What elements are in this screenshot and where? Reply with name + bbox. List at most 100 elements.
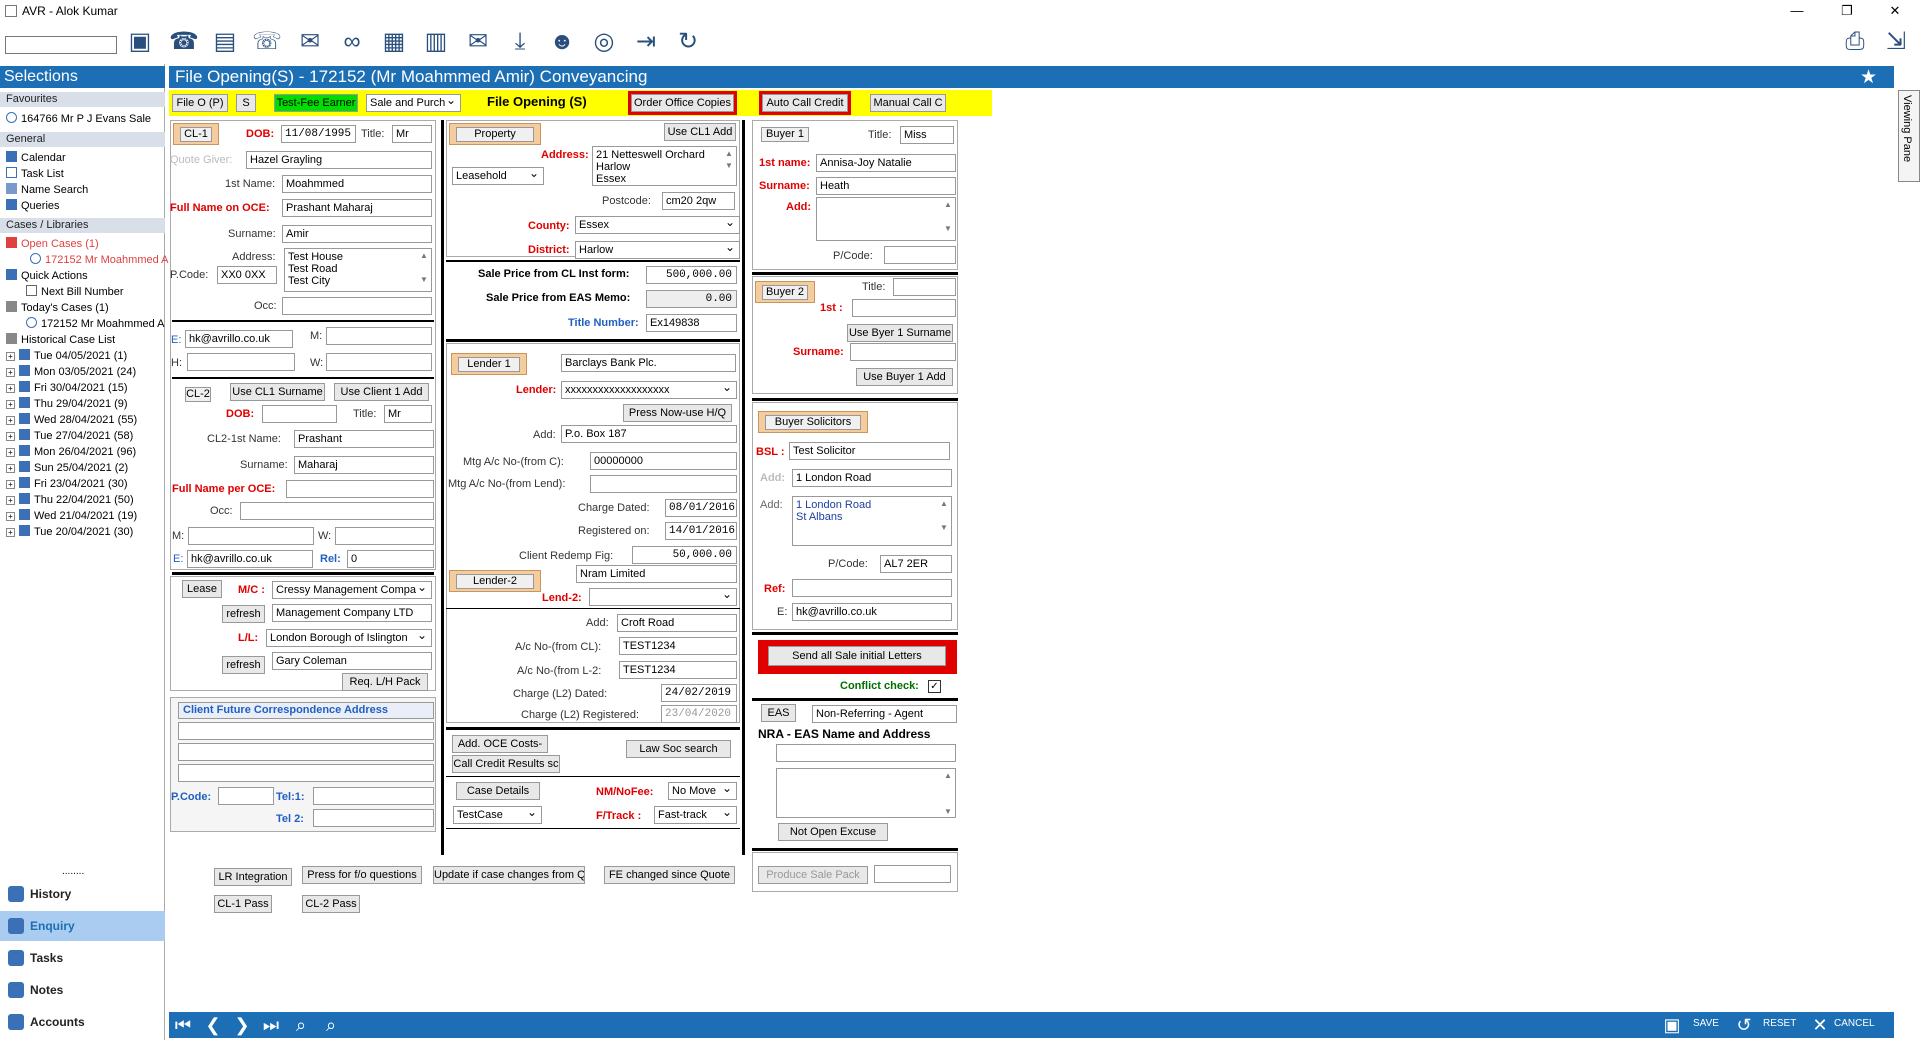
history-date-item[interactable]: + Thu 22/04/2021 (50)	[6, 493, 134, 508]
cl2-full-name-input[interactable]	[286, 480, 434, 498]
sale-price-cl-input[interactable]: 500,000.00	[646, 266, 737, 284]
save-button[interactable]: SAVE	[1693, 1018, 1719, 1029]
future-tel1-input[interactable]	[313, 787, 434, 805]
cl1-address-input[interactable]: Test House Test Road Test City ▲ ▼	[284, 248, 432, 292]
close-button[interactable]: ✕	[1872, 0, 1918, 22]
download-icon[interactable]: ⤓	[504, 26, 536, 58]
history-date-item[interactable]: + Fri 23/04/2021 (30)	[6, 477, 128, 492]
buyer2-button[interactable]: Buyer 2	[755, 281, 815, 303]
sidebar-item-calendar[interactable]: Calendar	[6, 151, 66, 166]
history-date-item[interactable]: + Fri 30/04/2021 (15)	[6, 381, 128, 396]
cl1-first-name-input[interactable]: Moahmmed	[282, 175, 432, 193]
postcode-input[interactable]: cm20 2qw	[662, 192, 735, 210]
future-address-line2[interactable]	[178, 743, 434, 761]
buyer1-surname-input[interactable]: Heath	[816, 177, 956, 195]
scrollbar[interactable]: ▲ ▼	[942, 770, 954, 816]
expand-icon[interactable]: +	[6, 512, 15, 521]
scrollbar[interactable]: ▲ ▼	[942, 199, 954, 239]
produce-input[interactable]	[874, 865, 951, 883]
district-select[interactable]: Harlow	[575, 241, 740, 259]
expand-icon[interactable]: +	[6, 368, 15, 377]
refresh-mc-button[interactable]: refresh	[222, 605, 265, 623]
buyer2-title-input[interactable]	[893, 278, 956, 296]
expand-icon[interactable]: +	[6, 448, 15, 457]
order-office-copies-button[interactable]: Order Office Copies	[631, 94, 734, 112]
cl1-surname-input[interactable]: Amir	[282, 225, 432, 243]
toolbar-search-input[interactable]	[5, 36, 117, 54]
open-cases[interactable]: Open Cases (1)	[6, 237, 99, 252]
search-options-icon[interactable]: ⌕	[318, 1013, 344, 1037]
lender1-name-input[interactable]: Barclays Bank Plc.	[561, 354, 736, 372]
scrollbar[interactable]: ▲ ▼	[723, 148, 735, 184]
calculator-icon[interactable]: ▦	[378, 26, 410, 58]
buyer1-add-input[interactable]: ▲ ▼	[816, 197, 956, 241]
conflict-check-checkbox[interactable]: ✓	[928, 680, 941, 693]
ll-contact-input[interactable]: Gary Coleman	[272, 652, 432, 670]
refresh-ll-button[interactable]: refresh	[222, 656, 265, 674]
cl1-mobile-input[interactable]	[326, 327, 432, 345]
charge-dated-input[interactable]: 08/01/2016	[665, 499, 737, 517]
use-buyer1-surname-button[interactable]: Use Byer 1 Surname	[847, 324, 953, 342]
favourite-item[interactable]: 164766 Mr P J Evans Sale	[6, 112, 151, 127]
history-date-item[interactable]: + Mon 26/04/2021 (96)	[6, 445, 136, 460]
cl2-dob-input[interactable]	[262, 405, 337, 423]
scrollbar[interactable]: ▲ ▼	[938, 498, 950, 544]
cl1-full-name-input[interactable]: Prashant Maharaj	[282, 199, 432, 217]
refresh-icon[interactable]: ↻	[672, 26, 704, 58]
nav-notes[interactable]: Notes	[0, 975, 165, 1005]
expand-icon[interactable]: +	[6, 432, 15, 441]
lender2-name-input[interactable]: Nram Limited	[576, 565, 737, 583]
file-o-p-button[interactable]: File O (P)	[172, 94, 228, 112]
cl1-pass-button[interactable]: CL-1 Pass	[214, 895, 272, 913]
charge-l2-input[interactable]: 24/02/2019	[661, 684, 737, 702]
sale-price-eas-input[interactable]: 0.00	[646, 290, 737, 308]
ac-cl-input[interactable]: TEST1234	[619, 637, 737, 655]
cl1-home-input[interactable]	[187, 353, 295, 371]
expand-icon[interactable]: +	[6, 384, 15, 393]
lender2-add-input[interactable]: Croft Road	[617, 614, 737, 632]
nm-select[interactable]: No Move	[668, 782, 737, 800]
cl2-rel-input[interactable]: 0	[347, 550, 434, 568]
mtg-ac-c-input[interactable]: 00000000	[590, 452, 737, 470]
expand-icon[interactable]: +	[6, 400, 15, 409]
future-address-line1[interactable]	[178, 722, 434, 740]
use-cl1-surname-button[interactable]: Use CL1 Surname	[230, 383, 325, 401]
title-number-input[interactable]: Ex149838	[646, 314, 737, 332]
lease-button[interactable]: Lease	[182, 580, 222, 598]
sidebar-item-queries[interactable]: Queries	[6, 199, 60, 214]
link-icon[interactable]: ∞	[336, 26, 368, 58]
sol-ref-input[interactable]	[792, 579, 952, 597]
expand-icon[interactable]: +	[6, 352, 15, 361]
update-case-button[interactable]: Update if case changes from Q	[433, 866, 585, 884]
history-date-item[interactable]: + Wed 28/04/2021 (55)	[6, 413, 137, 428]
lender1-button[interactable]: Lender 1	[451, 353, 527, 375]
history-date-item[interactable]: + Tue 20/04/2021 (30)	[6, 525, 133, 540]
lender2-button[interactable]: Lender-2	[449, 570, 541, 592]
sol-add2-input[interactable]: 1 London Road St Albans ▲ ▼	[792, 496, 952, 546]
cancel-icon[interactable]: ✕	[1807, 1013, 1833, 1037]
cl2-surname-input[interactable]: Maharaj	[294, 456, 434, 474]
minimize-button[interactable]: —	[1774, 0, 1820, 22]
future-address-line3[interactable]	[178, 764, 434, 782]
bsl-input[interactable]: Test Solicitor	[789, 442, 950, 460]
next-bill-number[interactable]: Next Bill Number	[26, 285, 124, 300]
notes-icon[interactable]: ▤	[209, 26, 241, 58]
maximize-button[interactable]: ❐	[1824, 0, 1870, 22]
phone-out-icon[interactable]: ☏	[251, 26, 283, 58]
add-oce-costs-button[interactable]: Add. OCE Costs-	[452, 735, 548, 753]
viewing-pane-tab[interactable]: Viewing Pane	[1898, 90, 1920, 182]
sale-purch-select[interactable]: Sale and Purch	[366, 94, 461, 112]
sol-pcode-input[interactable]: AL7 2ER	[880, 555, 952, 573]
reset-icon[interactable]: ↺	[1731, 1013, 1757, 1037]
cl1-button[interactable]: CL-1	[173, 123, 219, 145]
sol-add-input[interactable]: 1 London Road	[792, 469, 952, 487]
buyer-solicitors-button[interactable]: Buyer Solicitors	[758, 411, 868, 433]
todays-case-item[interactable]: 172152 Mr Moahmmed A	[26, 317, 165, 332]
star-icon[interactable]: ★	[1860, 66, 1877, 89]
sidebar-item-name-search[interactable]: Name Search	[6, 183, 88, 198]
history-date-item[interactable]: + Sun 25/04/2021 (2)	[6, 461, 128, 476]
todays-cases[interactable]: Today's Cases (1)	[6, 301, 109, 316]
buyer1-pcode-input[interactable]	[884, 246, 956, 264]
expand-icon[interactable]: +	[6, 528, 15, 537]
mgmt-company-input[interactable]: Management Company LTD	[272, 604, 432, 622]
